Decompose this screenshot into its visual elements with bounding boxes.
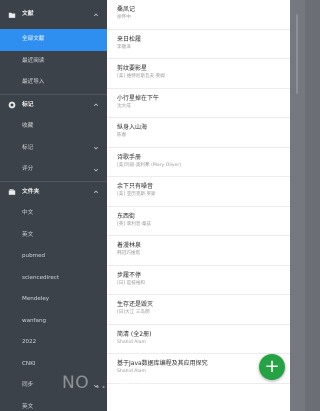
drawer-item[interactable]: 英文: [0, 397, 107, 411]
watermark: NO ... APP: [62, 373, 153, 393]
document-title: 东西街: [117, 212, 136, 220]
folder-stack-icon: [8, 188, 16, 196]
drawer-item-label: 英文: [22, 231, 34, 238]
drawer-item-label: 标记: [22, 144, 34, 151]
drawer-item[interactable]: 最近阅读: [0, 51, 107, 73]
plus-icon: +: [264, 356, 280, 377]
document-title: 桑凤记: [117, 6, 136, 13]
document-author: [美]玛丽·奥利弗 (Mary Oliver): [117, 162, 182, 168]
drawer-section-label: 标记: [22, 101, 34, 108]
drawer-item-label: 英文: [22, 403, 34, 410]
bookmark-icon: [8, 101, 16, 109]
document-title: 纵身入山海: [117, 124, 148, 131]
document-title: 简清 (全2册): [117, 330, 152, 338]
list-item[interactable]: 小行星掉在下午 沈大成: [107, 89, 290, 118]
document-title: 来日松履: [117, 35, 142, 43]
list-item[interactable]: 桑凤记 徐怀中: [107, 0, 290, 30]
drawer-item[interactable]: sciencedirect: [0, 268, 107, 290]
document-title: 生存还是毁灭: [117, 301, 154, 308]
list-item[interactable]: 来日松履 李敬泽: [107, 30, 290, 59]
drawer-item-label: 中文: [22, 210, 34, 216]
document-author: 韩冠巧维塔: [117, 251, 140, 256]
drawer-item-label: CNKI: [22, 360, 36, 367]
drawer-item-label: 同步: [22, 382, 34, 388]
document-title: 着漫林泉: [117, 242, 142, 249]
document-author: Shahid Alam: [117, 339, 146, 345]
drawer-item-label: 全部文献: [22, 36, 45, 42]
drawer-section-label: 文献: [22, 11, 34, 17]
drawer-item-label: 收藏: [22, 123, 34, 129]
drawer-item[interactable]: 英文: [0, 225, 107, 247]
drawer-section-header[interactable]: 标记: [0, 95, 107, 117]
chevron-up-icon[interactable]: [93, 189, 99, 195]
chevron-up-icon[interactable]: [93, 12, 99, 18]
document-author: [英] 菲利普·桑兹: [117, 221, 152, 227]
document-author: 李敬泽: [117, 44, 131, 50]
drawer-item-label: 最近阅读: [22, 57, 45, 64]
drawer-section-header[interactable]: 文件夹: [0, 182, 107, 204]
drawer-item[interactable]: 收藏: [0, 116, 107, 138]
document-author: 徐怀中: [117, 15, 131, 20]
document-author: [日]大江 三岛明: [117, 310, 150, 315]
document-title: 余下只有噪音: [117, 183, 154, 190]
drawer-item-label: sciencedirect: [22, 274, 60, 281]
drawer-item[interactable]: Mendeley: [0, 289, 107, 311]
list-item[interactable]: 着漫林泉 韩冠巧维塔: [107, 236, 290, 266]
drawer-item[interactable]: 最近导入: [0, 72, 107, 94]
chevron-up-icon[interactable]: [93, 102, 99, 108]
document-author: [日] 是枝裕和: [117, 280, 146, 286]
add-document-button[interactable]: +: [259, 354, 285, 380]
drawer-section-header[interactable]: 文献: [0, 0, 107, 29]
document-title: 剪纹要影星: [117, 65, 148, 72]
folder-icon: [8, 11, 16, 19]
document-title: 诗歌手册: [117, 153, 142, 161]
document-title: 小行星掉在下午: [117, 94, 160, 102]
drawer-item[interactable]: 标记: [0, 138, 107, 160]
document-author: 陈春: [117, 133, 127, 138]
list-item[interactable]: 简清 (全2册) Shahid Alam: [107, 325, 290, 354]
drawer-item[interactable]: CNKI: [0, 354, 107, 376]
list-item[interactable]: 余下只有噪音 [美] 亚历克斯·罗斯: [107, 177, 290, 207]
drawer-item[interactable]: 评分: [0, 159, 107, 181]
drawer-item-label: 最近导入: [22, 79, 45, 85]
drawer-item[interactable]: wanfang: [0, 311, 107, 333]
document-title: 步履不停: [117, 271, 142, 279]
drawer-item-label: 评分: [22, 166, 34, 172]
scrollbar[interactable]: [296, 14, 298, 94]
document-author: [美] 亚历克斯·罗斯: [117, 192, 156, 197]
list-item[interactable]: 诗歌手册 [美]玛丽·奥利弗 (Mary Oliver): [107, 148, 290, 177]
list-item[interactable]: 剪纹要影星 [美] 维特尼斯瓦夫·莱姆: [107, 59, 290, 89]
navigation-drawer: 文献 全部文献 最近阅读 最近导入 标记 收藏 标记 评分 文件夹 中文 英文 pubmed scien…: [0, 0, 107, 411]
drawer-section-label: 文件夹: [22, 188, 40, 195]
drawer-item[interactable]: pubmed: [0, 246, 107, 268]
drawer-item[interactable]: 全部文献: [0, 29, 107, 51]
chevron-down-icon[interactable]: [93, 145, 99, 151]
document-author: [美] 维特尼斯瓦夫·莱姆: [117, 74, 165, 79]
drawer-item-label: wanfang: [22, 317, 47, 324]
chevron-down-icon[interactable]: [93, 167, 99, 173]
drawer-item[interactable]: 中文: [0, 203, 107, 225]
list-item[interactable]: 步履不停 [日] 是枝裕和: [107, 266, 290, 295]
document-list: 桑凤记 徐怀中 来日松履 李敬泽 剪纹要影星 [美] 维特尼斯瓦夫·莱姆 小行星掉在下午 沈大…: [107, 0, 290, 411]
drawer-item[interactable]: 2022: [0, 332, 107, 354]
list-item[interactable]: 生存还是毁灭 [日]大江 三岛明: [107, 295, 290, 325]
drawer-item-label: 2022: [22, 339, 37, 345]
document-author: 沈大成: [117, 103, 131, 109]
list-item[interactable]: 纵身入山海 陈春: [107, 118, 290, 148]
list-item[interactable]: 东西街 [英] 菲利普·桑兹: [107, 207, 290, 236]
drawer-item-label: Mendeley: [22, 296, 50, 302]
drawer-item-label: pubmed: [22, 253, 46, 259]
